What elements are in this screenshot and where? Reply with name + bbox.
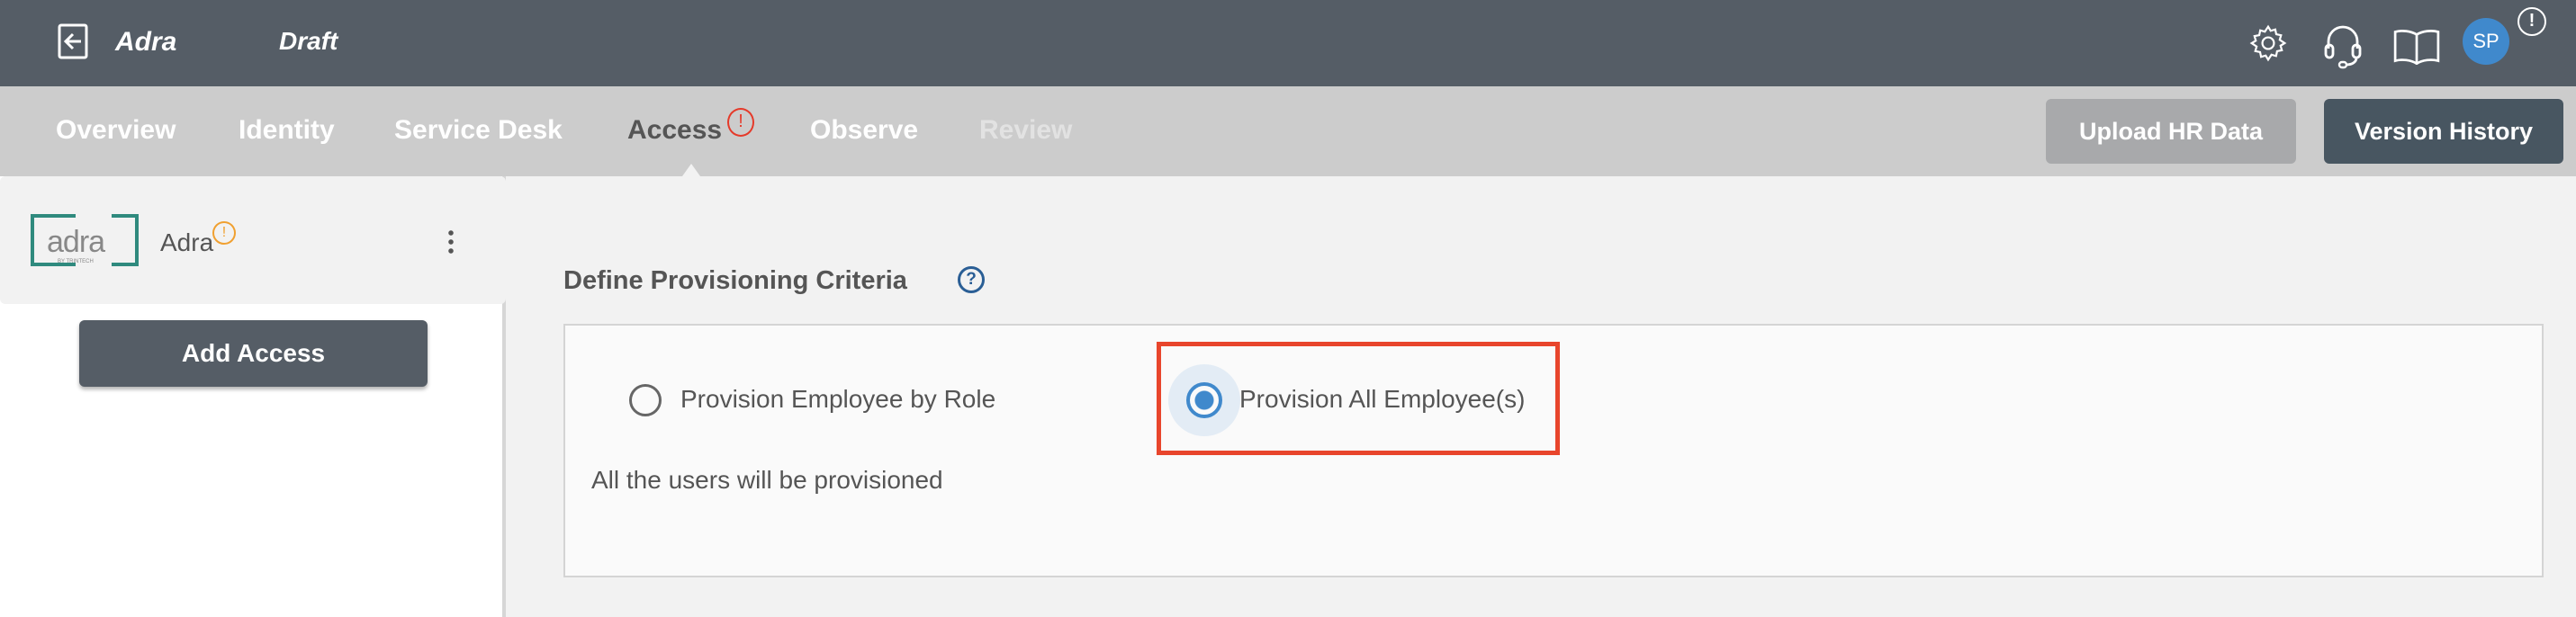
- tab-overview[interactable]: Overview: [56, 115, 176, 146]
- app-title: Adra: [115, 27, 177, 57]
- alert-icon[interactable]: !: [2517, 7, 2546, 36]
- adra-logo: adra: [47, 225, 105, 259]
- help-icon[interactable]: ?: [958, 266, 985, 293]
- tab-review: Review: [979, 115, 1073, 145]
- gear-icon[interactable]: [2248, 23, 2288, 63]
- tab-access[interactable]: Access: [627, 115, 722, 146]
- draft-status: Draft: [279, 27, 338, 55]
- logo-subtext: BY TRINTECH: [58, 259, 94, 264]
- top-bar: [0, 0, 2576, 86]
- active-tab-pointer: [682, 164, 700, 176]
- add-access-button[interactable]: Add Access: [79, 320, 428, 387]
- avatar[interactable]: SP: [2463, 18, 2509, 65]
- tab-service-desk[interactable]: Service Desk: [394, 115, 563, 146]
- version-history-button[interactable]: Version History: [2324, 99, 2563, 164]
- warning-icon: !: [212, 221, 236, 245]
- provision-info-text: All the users will be provisioned: [591, 466, 943, 494]
- upload-hr-data-button[interactable]: Upload HR Data: [2046, 99, 2296, 164]
- headset-icon[interactable]: [2320, 23, 2365, 70]
- option-by-role-label[interactable]: Provision Employee by Role: [680, 385, 995, 414]
- highlight-box: [1157, 342, 1560, 455]
- radio-by-role[interactable]: [629, 384, 662, 416]
- app-name: Adra: [160, 228, 214, 256]
- logo-bracket-right: [112, 214, 139, 266]
- page-title: Define Provisioning Criteria: [563, 266, 907, 295]
- access-alert-icon: !: [727, 108, 754, 137]
- tab-identity[interactable]: Identity: [239, 115, 335, 146]
- book-icon[interactable]: [2392, 27, 2441, 65]
- tab-observe[interactable]: Observe: [810, 115, 918, 146]
- exit-icon[interactable]: [58, 23, 92, 59]
- more-options-icon[interactable]: [448, 228, 454, 255]
